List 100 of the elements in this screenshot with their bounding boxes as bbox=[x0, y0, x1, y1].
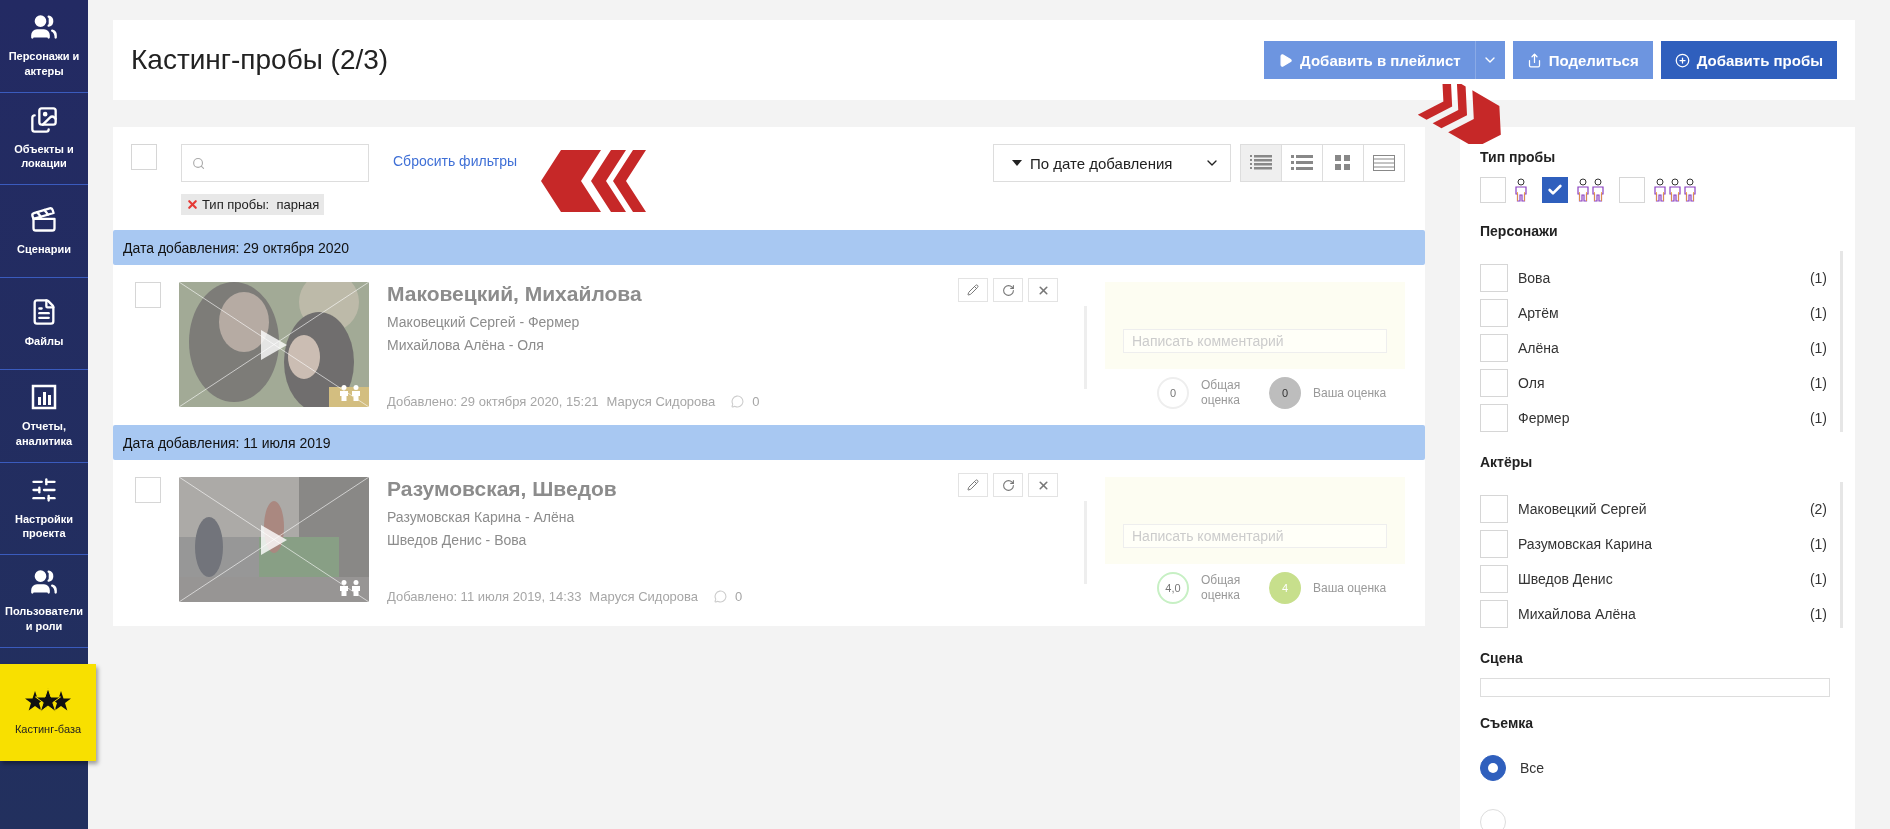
sidebar-item[interactable]: Объекты и локации bbox=[0, 92, 88, 185]
person-icon bbox=[1653, 178, 1667, 202]
view-mode-button[interactable] bbox=[1363, 144, 1405, 182]
users-icon bbox=[30, 13, 58, 42]
scene-field[interactable] bbox=[1480, 678, 1830, 697]
delete-button[interactable] bbox=[1028, 473, 1058, 497]
remove-icon bbox=[186, 198, 199, 211]
sidebar-item[interactable]: Пользователи и роли bbox=[0, 555, 88, 648]
filter-option-label: Маковецкий Сергей bbox=[1518, 500, 1648, 517]
filter-option-label: Михайлова Алёна bbox=[1518, 605, 1637, 622]
pair-icon bbox=[339, 385, 361, 401]
filter-checkbox[interactable] bbox=[1480, 529, 1508, 558]
sidebar-item[interactable]: Файлы bbox=[0, 277, 88, 370]
author-name: Маруся Сидорова bbox=[606, 394, 716, 409]
sidebar-item[interactable]: Отчеты, аналитика bbox=[0, 370, 88, 463]
role-text: Маковецкий Сергей - Фермер bbox=[387, 314, 581, 330]
share-icon bbox=[1526, 52, 1542, 68]
option-count: (1) bbox=[1809, 535, 1827, 552]
option-count: (1) bbox=[1809, 605, 1827, 622]
radio-button[interactable] bbox=[1480, 755, 1506, 781]
option-count: (1) bbox=[1809, 269, 1827, 286]
add-button[interactable]: Добавить пробы bbox=[1660, 41, 1837, 79]
view-mode-button[interactable] bbox=[1240, 144, 1282, 182]
filter-checkbox[interactable] bbox=[1480, 599, 1508, 628]
sidebar-item[interactable]: Сценарии bbox=[0, 185, 88, 278]
person-icon bbox=[1683, 178, 1697, 202]
comment-icon bbox=[731, 395, 745, 408]
select-all-checkbox[interactable] bbox=[131, 144, 157, 170]
filter-checkbox[interactable] bbox=[1480, 298, 1508, 327]
refresh-button[interactable] bbox=[993, 278, 1023, 302]
refresh-icon bbox=[1001, 478, 1015, 492]
users-icon bbox=[30, 568, 58, 597]
author-name: Маруся Сидорова bbox=[589, 589, 699, 604]
play-icon bbox=[1278, 52, 1294, 68]
item-checkbox[interactable] bbox=[135, 477, 161, 503]
filter-checkbox[interactable] bbox=[1480, 333, 1508, 362]
table-icon bbox=[1373, 155, 1395, 171]
item-checkbox[interactable] bbox=[135, 282, 161, 308]
edit-button[interactable] bbox=[958, 278, 988, 302]
type-checkbox[interactable] bbox=[1542, 177, 1568, 203]
rating-label: Ваша оценка bbox=[1313, 385, 1388, 401]
your-rating[interactable]: 0 bbox=[1269, 377, 1301, 409]
option-count: (1) bbox=[1809, 374, 1827, 391]
overall-rating: 0 bbox=[1157, 377, 1189, 409]
role-text: Шведов Денис - Вова bbox=[387, 532, 528, 548]
check-icon bbox=[1547, 182, 1563, 198]
filter-title: Съемка bbox=[1480, 715, 1535, 731]
filter-chip[interactable]: Тип пробы: парная bbox=[181, 194, 325, 215]
filter-title: Сцена bbox=[1480, 650, 1524, 666]
filter-checkbox[interactable] bbox=[1480, 263, 1508, 292]
bar-chart-icon bbox=[30, 383, 58, 412]
overall-rating: 4,0 bbox=[1157, 572, 1189, 604]
view-mode-button[interactable] bbox=[1281, 144, 1323, 182]
filter-title: Тип пробы bbox=[1480, 149, 1557, 165]
rating-label: Общая оценка bbox=[1201, 573, 1242, 603]
added-date: Добавлено: 11 июля 2019, 14:33 bbox=[387, 589, 582, 604]
search-field[interactable] bbox=[181, 144, 369, 182]
clapperboard-icon bbox=[30, 205, 58, 234]
images-icon bbox=[30, 105, 58, 134]
reset-filters-link[interactable]: Сбросить фильтры bbox=[393, 153, 518, 216]
dense-list-icon bbox=[1250, 155, 1272, 171]
person-icon bbox=[1668, 178, 1682, 202]
filter-checkbox[interactable] bbox=[1480, 564, 1508, 593]
filter-checkbox[interactable] bbox=[1480, 403, 1508, 432]
person-icon bbox=[1576, 178, 1590, 202]
sidebar-item[interactable]: Настройки проекта bbox=[0, 462, 88, 555]
date-group-header: Дата добавления: 11 июля 2019 bbox=[113, 425, 1425, 460]
filter-checkbox[interactable] bbox=[1480, 368, 1508, 397]
dropdown-button[interactable] bbox=[1474, 41, 1505, 79]
stars-icon bbox=[25, 687, 71, 714]
pair-icon bbox=[339, 580, 361, 596]
filter-title: Персонажи bbox=[1480, 223, 1559, 239]
refresh-icon bbox=[1001, 283, 1015, 297]
edit-button[interactable] bbox=[958, 473, 988, 497]
comment-count: 0 bbox=[735, 589, 743, 604]
rating-label: Ваша оценка bbox=[1313, 580, 1388, 596]
sidebar-item[interactable]: Персонажи и актеры bbox=[0, 0, 88, 93]
comment-count: 0 bbox=[752, 394, 760, 409]
play-icon[interactable] bbox=[259, 525, 289, 555]
filter-checkbox[interactable] bbox=[1480, 494, 1508, 523]
person-icon bbox=[1591, 178, 1605, 202]
option-count: (1) bbox=[1809, 570, 1827, 587]
filter-option-label: Оля bbox=[1518, 374, 1546, 391]
search-icon bbox=[192, 155, 206, 171]
list-icon bbox=[1291, 155, 1313, 171]
play-icon[interactable] bbox=[259, 330, 289, 360]
option-count: (1) bbox=[1809, 304, 1827, 321]
role-text: Михайлова Алёна - Оля bbox=[387, 337, 545, 353]
view-mode-button[interactable] bbox=[1322, 144, 1364, 182]
page-title: Кастинг-пробы (2/3) bbox=[131, 44, 389, 76]
sort-caret-icon bbox=[1012, 160, 1022, 166]
sort-dropdown[interactable]: По дате добавления bbox=[993, 144, 1231, 182]
sidebar-item[interactable]: Кастинг-база bbox=[0, 663, 96, 761]
edit-icon bbox=[967, 284, 979, 296]
delete-button[interactable] bbox=[1028, 278, 1058, 302]
filter-option-label: Артём bbox=[1518, 304, 1560, 321]
person-icon bbox=[1514, 178, 1528, 202]
plus-icon bbox=[1674, 52, 1690, 68]
refresh-button[interactable] bbox=[993, 473, 1023, 497]
rating-label: Общая оценка bbox=[1201, 378, 1242, 408]
